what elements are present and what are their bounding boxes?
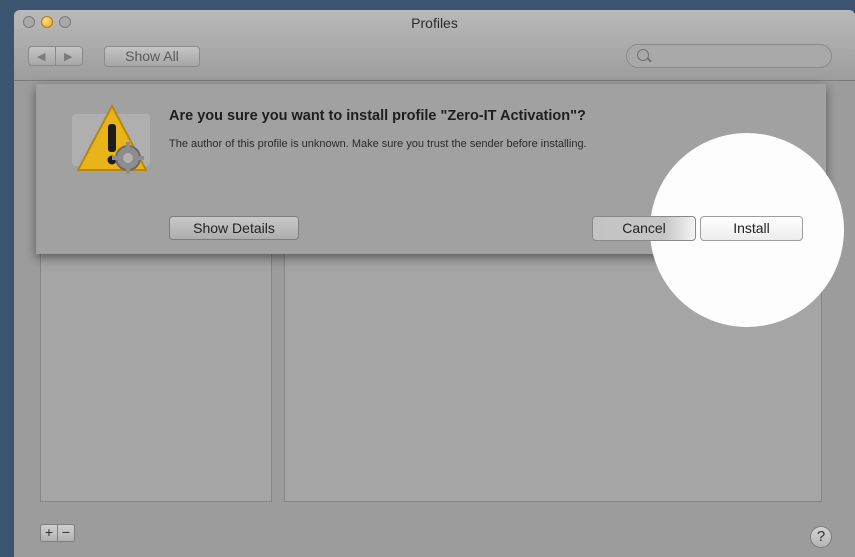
remove-profile-button[interactable]: − [57,524,75,542]
profiles-window: Profiles ◀ ▶ Show All Are you sure you w… [14,10,855,557]
window-title: Profiles [411,15,458,31]
back-button[interactable]: ◀ [28,46,56,66]
dialog-message: The author of this profile is unknown. M… [169,138,587,150]
forward-button[interactable]: ▶ [55,46,83,66]
profiles-list-panel[interactable] [40,253,272,502]
search-icon [637,49,649,61]
title-bar: Profiles ◀ ▶ Show All [14,10,855,81]
search-field[interactable] [626,44,832,68]
warning-icon [72,103,150,174]
help-button[interactable]: ? [810,526,832,548]
show-all-button[interactable]: Show All [104,46,200,67]
forward-arrow-icon: ▶ [64,51,73,63]
install-button[interactable]: Install [700,216,803,241]
show-details-button[interactable]: Show Details [169,216,299,240]
search-input[interactable] [655,47,829,67]
cancel-button[interactable]: Cancel [592,216,696,241]
dialog-heading: Are you sure you want to install profile… [169,108,586,124]
back-arrow-icon: ◀ [37,51,46,63]
add-profile-button[interactable]: + [40,524,58,542]
